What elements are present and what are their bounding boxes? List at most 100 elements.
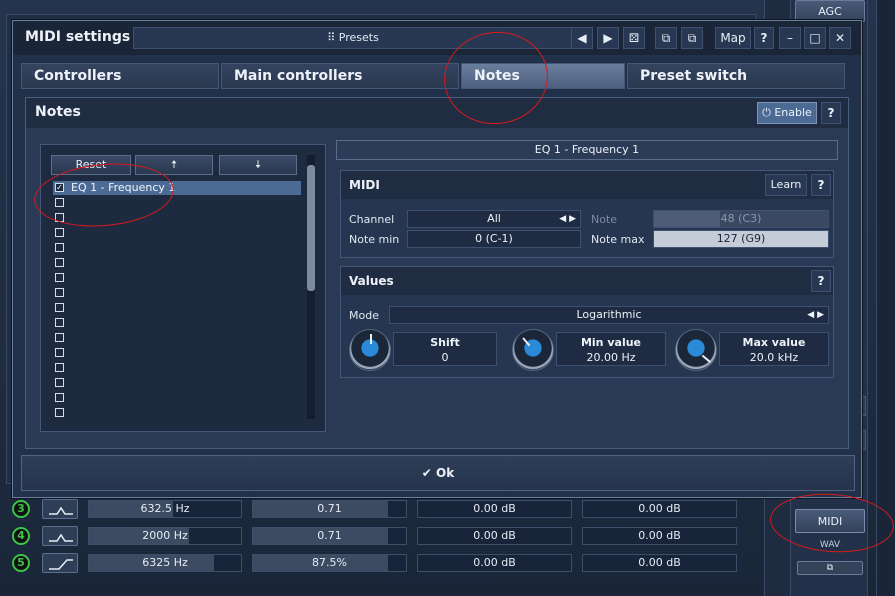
band-shape-icon[interactable]: [42, 499, 78, 519]
ok-button[interactable]: ✔ Ok: [21, 455, 855, 491]
arrow-right-icon: ▶: [603, 31, 613, 45]
min-value-value: 20.00 Hz: [586, 351, 636, 364]
list-item[interactable]: [53, 376, 301, 390]
band-frequency[interactable]: 6325 Hz: [88, 554, 242, 572]
channel-arrows-icon[interactable]: ◀ ▶: [559, 211, 576, 227]
previous-preset-button[interactable]: ◀: [571, 27, 593, 49]
list-item[interactable]: [53, 316, 301, 330]
band-q[interactable]: 87.5%: [252, 554, 407, 572]
list-item-checkbox[interactable]: [55, 318, 64, 327]
mode-arrows-icon[interactable]: ◀ ▶: [807, 307, 824, 323]
band-gain[interactable]: 0.00 dB: [417, 554, 572, 572]
shift-display[interactable]: Shift 0: [393, 332, 497, 366]
list-item[interactable]: [53, 286, 301, 300]
list-item-checkbox[interactable]: [55, 333, 64, 342]
list-item[interactable]: ✓ EQ 1 - Frequency 1: [53, 181, 301, 195]
band-shape-icon[interactable]: [42, 553, 78, 573]
help-button[interactable]: ?: [754, 27, 774, 49]
list-item-checkbox[interactable]: [55, 348, 64, 357]
max-value-knob[interactable]: [675, 329, 717, 371]
midi-help-button[interactable]: ?: [811, 174, 831, 196]
band-gain[interactable]: 0.00 dB: [417, 500, 572, 518]
paste-button[interactable]: ⧉: [681, 27, 703, 49]
note-max-field[interactable]: 127 (G9): [653, 230, 829, 248]
band-gain[interactable]: 0.00 dB: [417, 527, 572, 545]
band-frequency[interactable]: 2000 Hz: [88, 527, 242, 545]
values-help-button[interactable]: ?: [811, 270, 831, 292]
list-item-checkbox[interactable]: [55, 408, 64, 417]
note-min-field[interactable]: 0 (C-1): [407, 230, 581, 248]
reset-button[interactable]: Reset: [51, 155, 131, 175]
tab-notes[interactable]: Notes: [461, 63, 625, 89]
band-gain[interactable]: 0.00 dB: [582, 527, 737, 545]
list-item[interactable]: [53, 391, 301, 405]
band-row: 4 2000 Hz 0.71 0.00 dB 0.00 dB: [8, 525, 748, 547]
list-scroll-thumb[interactable]: [307, 165, 315, 291]
list-item-checkbox[interactable]: [55, 303, 64, 312]
list-item-checkbox[interactable]: [55, 243, 64, 252]
copy-button[interactable]: ⧉: [655, 27, 677, 49]
host-small-icon-button[interactable]: ⧉: [797, 561, 863, 575]
presets-button[interactable]: ⠿ Presets: [133, 27, 573, 49]
close-button[interactable]: ✕: [829, 27, 851, 49]
min-value-display[interactable]: Min value 20.00 Hz: [556, 332, 666, 366]
arrow-up-icon: 🠅: [170, 158, 178, 171]
next-preset-button[interactable]: ▶: [597, 27, 619, 49]
band-frequency[interactable]: 632.5 Hz: [88, 500, 242, 518]
min-value-knob[interactable]: [512, 329, 554, 371]
minimize-button[interactable]: –: [779, 27, 801, 49]
shift-knob[interactable]: [349, 329, 391, 371]
list-item-checkbox[interactable]: [55, 258, 64, 267]
band-q[interactable]: 0.71: [252, 527, 407, 545]
list-item[interactable]: [53, 301, 301, 315]
band-gain[interactable]: 0.00 dB: [582, 500, 737, 518]
tab-main-controllers[interactable]: Main controllers: [221, 63, 459, 89]
notes-title: Notes: [35, 104, 81, 120]
list-item-checkbox[interactable]: [55, 228, 64, 237]
list-item-checkbox[interactable]: [55, 288, 64, 297]
move-down-button[interactable]: 🠇: [219, 155, 297, 175]
midi-section: MIDI Learn ? Channel All ◀ ▶ Note 48 (C3)…: [340, 170, 834, 258]
list-item-checkbox[interactable]: [55, 273, 64, 282]
list-item-checkbox[interactable]: [55, 363, 64, 372]
list-item-checkbox[interactable]: [55, 378, 64, 387]
band-shape-icon[interactable]: [42, 526, 78, 546]
band-gain[interactable]: 0.00 dB: [582, 554, 737, 572]
midi-button[interactable]: MIDI: [795, 509, 865, 533]
list-item[interactable]: [53, 361, 301, 375]
learn-button[interactable]: Learn: [765, 174, 807, 196]
arrow-down-icon: 🠇: [254, 158, 262, 171]
random-preset-button[interactable]: ⚄: [623, 27, 645, 49]
band-q[interactable]: 0.71: [252, 500, 407, 518]
list-item[interactable]: [53, 406, 301, 420]
map-button[interactable]: Map: [715, 27, 751, 49]
list-item-checkbox[interactable]: [55, 393, 64, 402]
notes-help-button[interactable]: ?: [821, 102, 841, 124]
mode-selector[interactable]: Logarithmic ◀ ▶: [389, 306, 829, 324]
selected-parameter-label[interactable]: EQ 1 - Frequency 1: [336, 140, 838, 160]
list-item[interactable]: [53, 256, 301, 270]
list-item-checkbox[interactable]: [55, 198, 64, 207]
move-up-button[interactable]: 🠅: [135, 155, 213, 175]
list-item[interactable]: [53, 211, 301, 225]
enable-button[interactable]: ⏻ Enable: [757, 102, 817, 124]
list-item[interactable]: [53, 196, 301, 210]
min-value-label: Min value: [580, 336, 642, 349]
list-item[interactable]: [53, 241, 301, 255]
list-item[interactable]: [53, 271, 301, 285]
tab-preset-switch[interactable]: Preset switch: [627, 63, 845, 89]
notes-header: Notes ⏻ Enable ?: [26, 98, 848, 128]
tab-controllers[interactable]: Controllers: [21, 63, 219, 89]
grid-icon: ⠿: [327, 31, 339, 44]
list-item[interactable]: [53, 346, 301, 360]
channel-selector[interactable]: All ◀ ▶: [407, 210, 581, 228]
list-item[interactable]: [53, 226, 301, 240]
note-max-label: Note max: [591, 233, 645, 246]
max-value-display[interactable]: Max value 20.0 kHz: [719, 332, 829, 366]
list-item-checkbox[interactable]: ✓: [55, 183, 64, 192]
agc-button[interactable]: AGC: [795, 0, 865, 22]
notes-panel: Notes ⏻ Enable ? Reset 🠅 🠇 ✓ EQ 1 - Frequ…: [25, 97, 849, 449]
maximize-button[interactable]: □: [804, 27, 826, 49]
list-item[interactable]: [53, 331, 301, 345]
list-item-checkbox[interactable]: [55, 213, 64, 222]
